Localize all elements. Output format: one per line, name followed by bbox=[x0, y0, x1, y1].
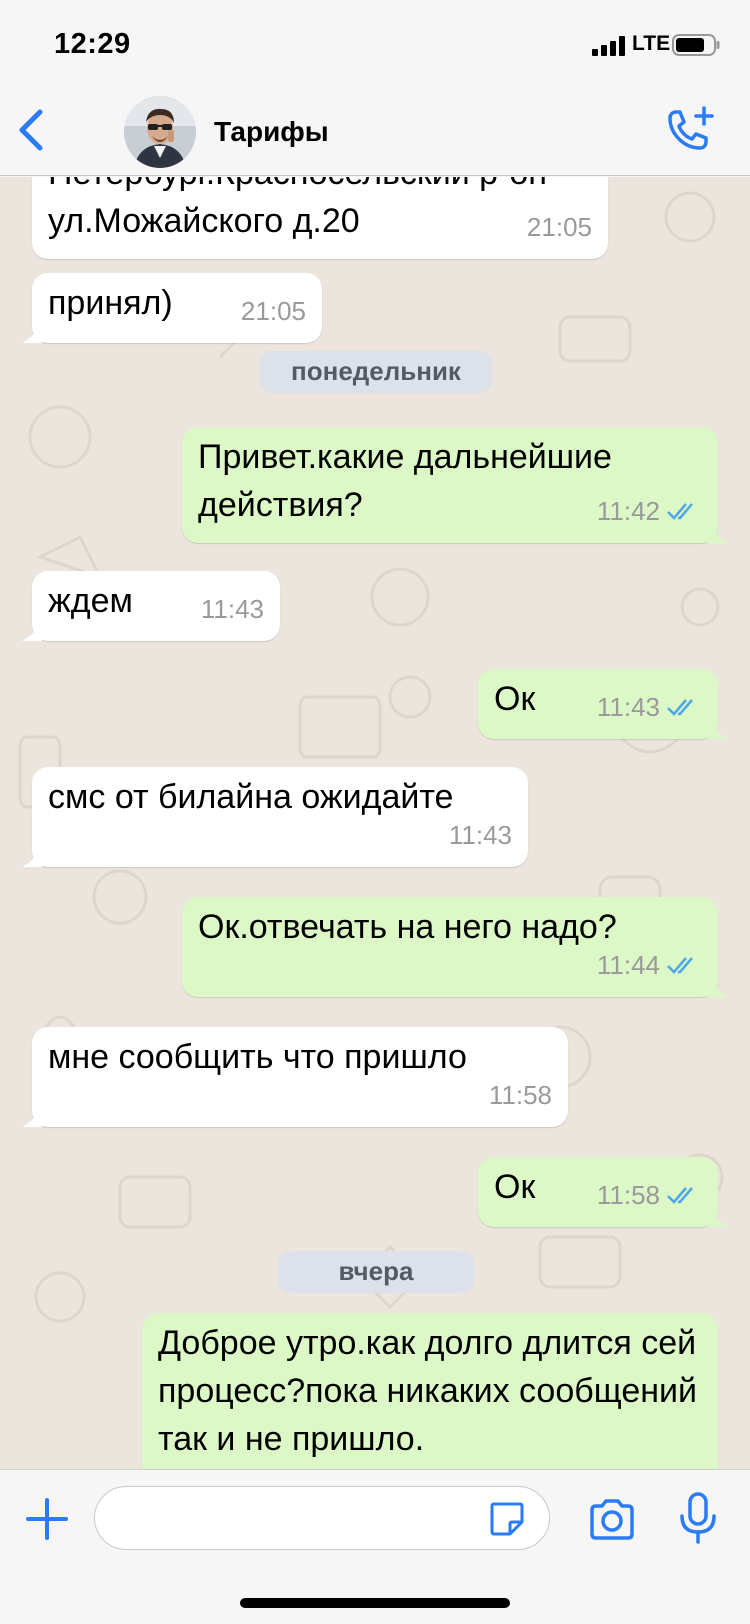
message-incoming[interactable]: мне сообщить что пришло 11:58 bbox=[22, 1027, 568, 1127]
message-time: 11:58 bbox=[488, 1080, 552, 1110]
plus-icon[interactable] bbox=[26, 1498, 68, 1540]
message-meta: 21:05 bbox=[241, 287, 306, 335]
bubble-tail bbox=[708, 1207, 728, 1227]
message-incoming[interactable]: ждем 11:43 bbox=[22, 571, 280, 641]
message-time: 11:44 bbox=[596, 950, 660, 980]
chat-title[interactable]: Тарифы bbox=[214, 116, 329, 148]
bubble-tail bbox=[22, 323, 42, 343]
status-time: 12:29 bbox=[54, 28, 131, 60]
date-separator: вчера bbox=[278, 1251, 474, 1293]
message-time: 21:05 bbox=[526, 212, 592, 242]
message-meta: 11:43 bbox=[597, 683, 702, 731]
message-incoming[interactable]: принял) 21:05 bbox=[22, 273, 322, 343]
message-meta: 11:44 bbox=[597, 941, 702, 989]
read-ticks-icon bbox=[667, 957, 693, 974]
message-outgoing[interactable]: Ок.отвечать на него надо? 11:44 bbox=[182, 897, 728, 997]
date-separator: понедельник bbox=[260, 351, 492, 393]
read-ticks-icon bbox=[667, 699, 693, 716]
message-outgoing[interactable]: Привет.какие дальнейшие действия? 11:42 bbox=[182, 427, 728, 543]
network-label: LTE bbox=[632, 32, 671, 55]
sticker-icon[interactable] bbox=[488, 1500, 526, 1538]
bubble-tail bbox=[708, 523, 728, 543]
read-ticks-icon bbox=[667, 503, 693, 520]
camera-icon[interactable] bbox=[588, 1498, 636, 1540]
message-time: 11:43 bbox=[200, 594, 264, 624]
bubble-tail bbox=[22, 621, 42, 641]
avatar[interactable] bbox=[124, 96, 196, 168]
home-indicator[interactable] bbox=[240, 1598, 510, 1608]
chat-header: Тарифы bbox=[0, 88, 750, 176]
microphone-icon[interactable] bbox=[678, 1492, 718, 1544]
message-time: 11:43 bbox=[596, 692, 660, 722]
status-bar: 12:29 LTE bbox=[0, 0, 750, 88]
composer-bar bbox=[0, 1469, 750, 1624]
message-meta: 11:43 bbox=[449, 811, 512, 859]
back-chevron-icon[interactable] bbox=[14, 106, 48, 154]
message-input[interactable] bbox=[94, 1486, 550, 1550]
message-time: 21:05 bbox=[240, 296, 306, 326]
message-meta: 11:42 bbox=[597, 487, 702, 535]
message-text: Доброе утро.как долго длится сей процесс… bbox=[158, 1324, 707, 1458]
bubble-tail bbox=[22, 847, 42, 867]
avatar-image bbox=[124, 96, 196, 168]
message-time: 11:58 bbox=[596, 1180, 660, 1210]
message-outgoing[interactable]: Ок 11:43 bbox=[478, 669, 728, 739]
message-outgoing[interactable]: Доброе утро.как долго длится сей процесс… bbox=[142, 1313, 718, 1469]
message-meta: 11:58 bbox=[489, 1071, 552, 1119]
message-incoming[interactable]: Петербург.Красносельский р-он ул.Можайск… bbox=[32, 177, 608, 259]
message-text: мне сообщить что пришло bbox=[48, 1038, 467, 1076]
read-ticks-icon bbox=[667, 1187, 693, 1204]
bubble-tail bbox=[22, 1107, 42, 1127]
message-text: Петербург.Красносельский р-он ул.Можайск… bbox=[48, 177, 547, 240]
bubble-tail bbox=[708, 977, 728, 997]
signal-icon bbox=[592, 36, 625, 56]
phone-plus-icon[interactable] bbox=[662, 104, 718, 158]
message-outgoing[interactable]: Ок 11:58 bbox=[478, 1157, 728, 1227]
battery-icon bbox=[672, 34, 720, 56]
message-meta: 11:58 bbox=[597, 1171, 702, 1219]
message-incoming[interactable]: смс от билайна ожидайте 11:43 bbox=[22, 767, 528, 867]
message-meta: 11:43 bbox=[201, 585, 264, 633]
message-text: смс от билайна ожидайте bbox=[48, 778, 454, 816]
bubble-tail bbox=[708, 719, 728, 739]
message-meta: 21:05 bbox=[527, 203, 592, 251]
message-time: 11:42 bbox=[596, 496, 660, 526]
message-time: 11:43 bbox=[448, 820, 512, 850]
chat-messages[interactable]: Петербург.Красносельский р-он ул.Можайск… bbox=[0, 177, 750, 1469]
